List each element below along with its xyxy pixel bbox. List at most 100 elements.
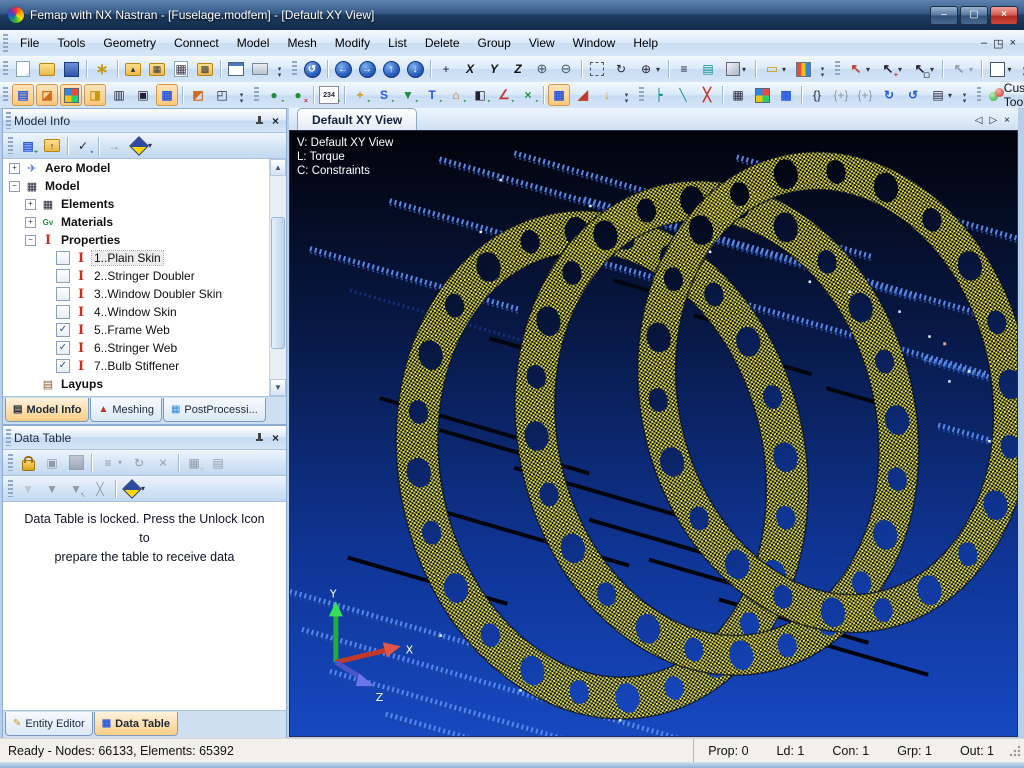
tree-item-properties[interactable]: − I Properties [3,231,270,249]
tree-item-5-frame-web[interactable]: ✓ I 5..Frame Web [3,321,270,339]
toolbar-grip[interactable] [8,136,13,155]
save-file-button[interactable] [60,58,82,80]
filter-add-button[interactable]: ▼ [17,478,39,500]
menu-list[interactable]: List [379,31,416,56]
marquee-select-button[interactable]: ↖ ▢ [908,58,938,80]
zoom-in-button[interactable]: ⊕ [531,58,553,80]
toolbar-grip[interactable] [292,60,297,78]
tree-checkbox[interactable] [56,305,70,319]
model-viewport[interactable]: Y X Z V: Default XY View L: Torque C: Cons… [289,130,1018,737]
menu-connect[interactable]: Connect [165,31,228,56]
mesh-text-button[interactable]: T ▪ [421,84,443,106]
toolbar-grip[interactable] [3,60,8,78]
menu-group[interactable]: Group [469,31,520,56]
rotate-view-button[interactable]: ↻ [610,58,632,80]
menu-file[interactable]: File [11,31,48,56]
pick-method-button[interactable]: ↖ [947,58,977,80]
mdi-close-button[interactable]: × [1010,37,1016,50]
layer-control-button[interactable]: ▤ [697,58,719,80]
scroll-thumb[interactable] [271,217,285,349]
view-style-cube-button[interactable] [721,58,751,80]
model-info-pane-button[interactable]: ▤ [12,84,34,106]
entity-display-button[interactable]: ≡ [673,58,695,80]
view-y-axis-button[interactable]: Y [483,58,505,80]
save-table-button[interactable] [65,452,87,474]
import-analysis-button[interactable]: ▦ [170,58,192,80]
measure-button[interactable]: ▭ [760,58,790,80]
tree-item-elements[interactable]: + ▦ Elements [3,195,270,213]
tree-checkbox[interactable]: ✓ [56,341,70,355]
post-pane-button[interactable]: ◪ [36,84,58,106]
highlight-button[interactable] [127,135,157,157]
dock-tab-data-table[interactable]: ▦ Data Table [93,712,178,736]
panel-close-icon[interactable]: × [268,114,286,128]
import-results-button[interactable]: ▩ [194,58,216,80]
dock-tab-model-info[interactable]: ▤ Model Info [5,398,90,422]
tree-checkbox[interactable] [56,287,70,301]
scroll-up-icon[interactable]: ▲ [270,159,286,176]
view-tab-default-xy[interactable]: Default XY View [297,108,418,130]
mdi-restore-button[interactable]: ◳ [993,37,1003,50]
tree-item-model[interactable]: − ▦ Model [3,177,270,195]
tree-scrollbar[interactable]: ▲ ▼ [269,159,286,396]
mesh-hex-button[interactable]: ◧ ▪ [469,84,491,106]
delete-mesh-button[interactable]: ● × [287,84,309,106]
view-tab-close-icon[interactable]: × [1004,115,1010,126]
toolbar-grip[interactable] [3,86,8,104]
import-model-button[interactable]: ▦ [146,58,168,80]
tile-window-button[interactable] [225,58,247,80]
mesh-surfaces-button[interactable]: ▼ ▪ [397,84,419,106]
comment-pane-button[interactable]: ◰ [211,84,233,106]
pin-icon[interactable] [254,115,264,127]
quality-fill-button[interactable]: ▩ [775,84,797,106]
tree-item-7-bulb-stiffener[interactable]: ✓ I 7..Bulb Stiffener [3,357,270,375]
toolbar-overflow-button[interactable]: ▾▾ [959,85,970,105]
dock-tab-postprocessi[interactable]: ▦ PostProcessi... [162,398,266,422]
beam-offset-button[interactable]: ╲ [672,84,694,106]
menu-view[interactable]: View [520,31,564,56]
tree-item-1-plain-skin[interactable]: I 1..Plain Skin [3,249,270,267]
tree-checkbox[interactable] [56,269,70,283]
tree-item-4-window-skin[interactable]: I 4..Window Skin [3,303,270,321]
menu-grip[interactable] [3,33,8,53]
tree-expander-icon[interactable]: − [25,234,36,246]
next-view-button[interactable]: → [356,58,378,80]
maximize-button[interactable]: ▢ [960,5,988,25]
api-pane-button[interactable]: ▣ [132,84,154,106]
import-geometry-button[interactable]: ▴ [122,58,144,80]
mesh-points-button[interactable]: + ▪ [349,84,371,106]
unlock-table-button[interactable] [17,452,39,474]
add-to-selection-button[interactable]: ↖ + [876,58,906,80]
toolbar-grip[interactable] [254,86,259,104]
row-options-button[interactable]: ≡ [96,452,126,474]
resize-grip[interactable] [1008,743,1022,758]
cycle-back-button[interactable]: ↺ [902,84,924,106]
copy-rows-button[interactable]: ▣ [41,452,63,474]
clear-table-button[interactable]: × [152,452,174,474]
tree-item-3-window-doubler-skin[interactable]: I 3..Window Doubler Skin [3,285,270,303]
toolbar-grip[interactable] [8,479,13,498]
element-quality-button[interactable]: ▦ [727,84,749,106]
tree-checkbox[interactable]: ✓ [56,323,70,337]
menu-help[interactable]: Help [624,31,667,56]
select-stamp-button[interactable]: ↖ [844,58,874,80]
post-data-button[interactable] [792,58,814,80]
mesh-curves-button[interactable]: S ▪ [373,84,395,106]
tree-expander-icon[interactable]: + [25,198,36,210]
toolbar-overflow-button[interactable]: ▾▾ [1019,59,1024,79]
toolbar-grip[interactable] [977,86,981,104]
add-columns-button[interactable]: ▦ + [183,452,205,474]
menu-model[interactable]: Model [228,31,279,56]
tree-item-2-stringer-doubler[interactable]: I 2..Stringer Doubler [3,267,270,285]
send-to-data-table-button[interactable]: → [103,135,125,157]
previous-view-button[interactable]: ← [332,58,354,80]
minimize-button[interactable]: – [930,5,958,25]
tree-item-layups[interactable]: ▤ Layups [3,375,270,393]
mdi-minimize-button[interactable]: – [981,37,987,50]
expand-tree-button[interactable]: ▤ + [17,135,39,157]
box-zoom-button[interactable] [586,58,608,80]
beam-orientation-button[interactable]: ┝ [648,84,670,106]
menu-tools[interactable]: Tools [48,31,94,56]
entity-list-button[interactable]: ▤ [926,84,956,106]
color-palette-button[interactable] [986,58,1016,80]
